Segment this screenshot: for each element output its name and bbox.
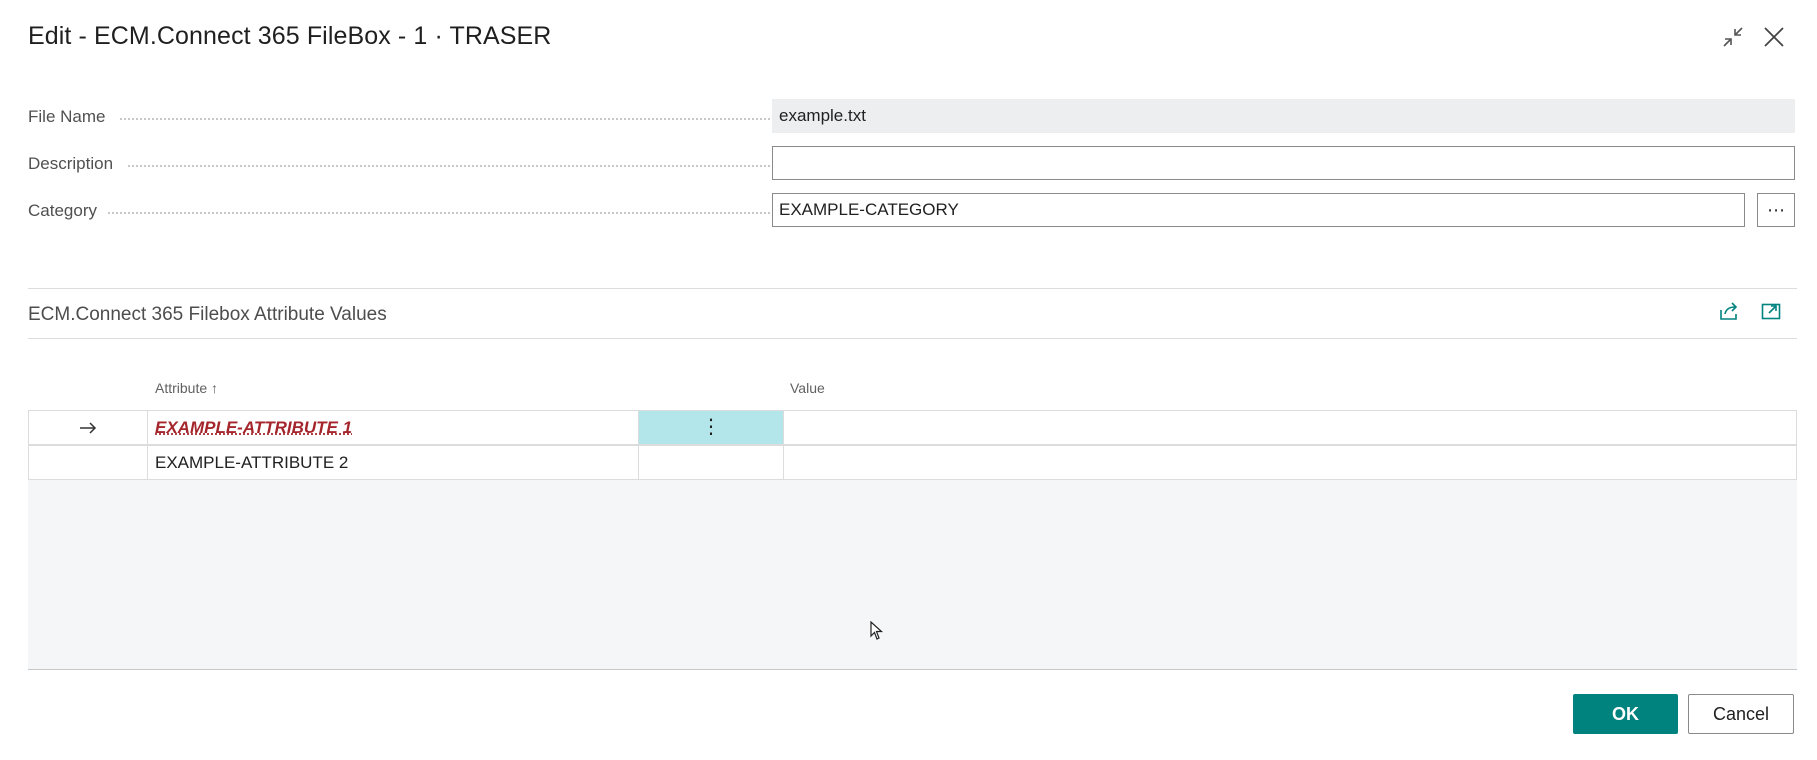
expand-button[interactable] xyxy=(1758,300,1784,326)
field-leader xyxy=(128,165,786,167)
collapse-button[interactable] xyxy=(1718,22,1748,52)
sort-ascending-icon: ↑ xyxy=(211,380,219,396)
value-cell[interactable] xyxy=(784,446,1796,479)
category-lookup-button[interactable]: ⋯ xyxy=(1757,193,1795,227)
category-field[interactable]: EXAMPLE-CATEGORY xyxy=(772,193,1745,227)
edit-dialog: Edit - ECM.Connect 365 FileBox - 1 · TRA… xyxy=(0,0,1817,760)
section-divider xyxy=(28,288,1797,289)
collapse-icon xyxy=(1722,26,1744,48)
category-label: Category xyxy=(28,201,97,220)
description-label: Description xyxy=(28,154,114,173)
close-button[interactable] xyxy=(1759,22,1789,52)
table-row[interactable]: EXAMPLE-ATTRIBUTE 2 xyxy=(28,445,1797,480)
table-row[interactable]: EXAMPLE-ATTRIBUTE 1 ⋮ xyxy=(28,410,1797,445)
file-name-label: File Name xyxy=(28,107,106,126)
part-title: ECM.Connect 365 Filebox Attribute Values xyxy=(28,304,387,325)
close-icon xyxy=(1763,26,1785,48)
field-leader xyxy=(108,212,786,214)
ellipsis-icon: ⋯ xyxy=(1767,199,1785,220)
value-cell[interactable] xyxy=(784,411,1796,444)
category-row: Category EXAMPLE-CATEGORY ⋯ xyxy=(28,193,1795,229)
column-header-value[interactable]: Value xyxy=(790,380,825,396)
ok-button[interactable]: OK xyxy=(1573,694,1678,734)
cancel-button[interactable]: Cancel xyxy=(1688,694,1794,734)
column-header-label: Attribute xyxy=(155,380,208,396)
column-header-attribute[interactable]: Attribute ↑ xyxy=(155,380,218,396)
share-icon xyxy=(1718,300,1740,327)
current-row-arrow-icon xyxy=(29,411,148,444)
attribute-cell[interactable]: EXAMPLE-ATTRIBUTE 1 xyxy=(148,411,639,444)
section-divider xyxy=(28,338,1797,339)
description-row: Description xyxy=(28,146,1795,182)
row-actions-cell[interactable] xyxy=(639,446,784,479)
file-name-field[interactable]: example.txt xyxy=(772,99,1795,133)
more-options-icon: ⋮ xyxy=(701,416,721,438)
dialog-title: Edit - ECM.Connect 365 FileBox - 1 · TRA… xyxy=(28,22,552,50)
file-name-row: File Name example.txt xyxy=(28,99,1795,135)
attribute-cell[interactable]: EXAMPLE-ATTRIBUTE 2 xyxy=(148,446,639,479)
row-actions-cell[interactable]: ⋮ xyxy=(639,411,784,444)
mouse-pointer-icon xyxy=(870,620,884,646)
row-indicator xyxy=(29,446,148,479)
description-field[interactable] xyxy=(772,146,1795,180)
share-button[interactable] xyxy=(1716,300,1742,326)
field-leader xyxy=(120,118,786,120)
expand-icon xyxy=(1760,300,1782,327)
